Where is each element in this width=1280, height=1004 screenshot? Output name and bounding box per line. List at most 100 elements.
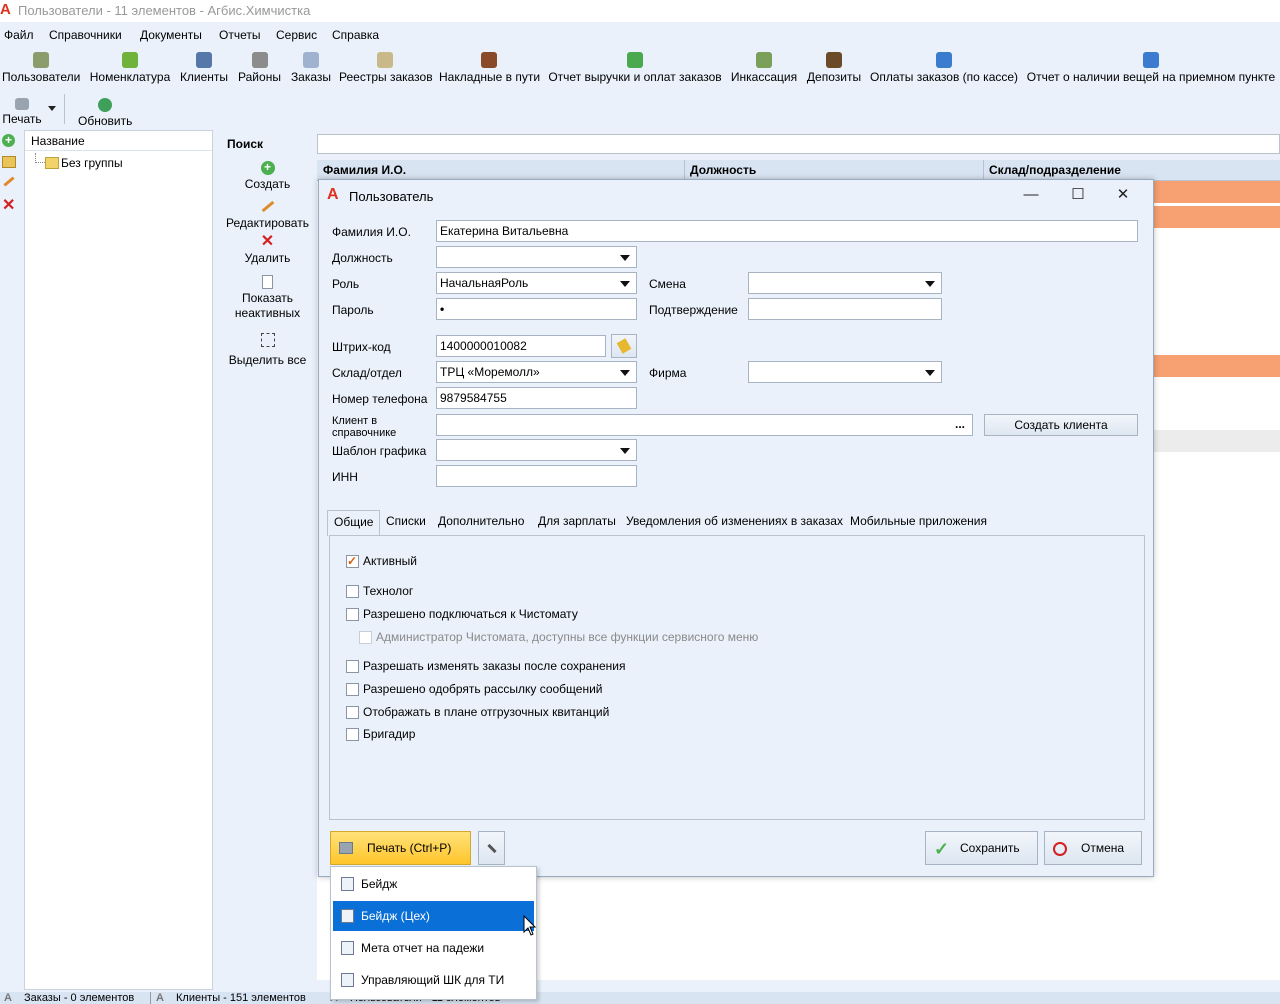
firm-label: Фирма bbox=[649, 366, 687, 380]
col-divider bbox=[983, 160, 984, 181]
delete-button[interactable]: ✕ Удалить bbox=[220, 234, 315, 266]
checkbox-chistomat-admin bbox=[359, 631, 372, 644]
table-row[interactable] bbox=[1152, 181, 1280, 203]
save-button[interactable]: ✓ Сохранить bbox=[925, 831, 1038, 865]
select-all-button[interactable]: Выделить все bbox=[220, 333, 315, 367]
tab-lists[interactable]: Списки bbox=[386, 514, 426, 528]
toolbar-waybills-button[interactable]: Накладные в пути bbox=[439, 48, 540, 88]
barcode-input[interactable]: 1400000010082 bbox=[436, 335, 606, 357]
toolbar-cash-payments-button[interactable]: Оплаты заказов (по кассе) bbox=[870, 48, 1018, 88]
print-menu-item-badge-workshop[interactable]: Бейдж (Цех) bbox=[333, 901, 534, 931]
tab-general[interactable]: Общие bbox=[327, 510, 381, 536]
add-group-icon[interactable]: + bbox=[2, 134, 15, 147]
left-icon-strip: + ✕ bbox=[0, 130, 20, 1000]
table-row[interactable] bbox=[1152, 355, 1280, 377]
create-client-button[interactable]: Создать клиента bbox=[984, 414, 1138, 436]
items-report-icon bbox=[1143, 52, 1159, 68]
print-settings-button[interactable] bbox=[478, 831, 505, 865]
print-menu-item-control-barcode[interactable]: Управляющий ШК для ТИ bbox=[333, 965, 534, 995]
printer-icon bbox=[15, 98, 29, 110]
tab-additional[interactable]: Дополнительно bbox=[438, 514, 524, 528]
edit-button[interactable]: Редактировать bbox=[220, 200, 315, 230]
tab-order-notifications[interactable]: Уведомления об изменениях в заказах bbox=[626, 514, 843, 528]
folder-open-icon[interactable] bbox=[2, 156, 16, 168]
table-row[interactable] bbox=[1152, 206, 1280, 228]
col-header-name[interactable]: Фамилия И.О. bbox=[323, 163, 406, 177]
toolbar-users-button[interactable]: Пользователи bbox=[2, 48, 80, 88]
firm-select[interactable] bbox=[748, 361, 942, 383]
fio-input[interactable]: Екатерина Витальевна bbox=[436, 220, 1138, 242]
col-header-position[interactable]: Должность bbox=[690, 163, 756, 177]
client-input[interactable] bbox=[436, 414, 973, 436]
toolbar-deposits-button[interactable]: Депозиты bbox=[806, 48, 862, 88]
print-dropdown-arrow-icon[interactable] bbox=[48, 106, 56, 111]
dialog-title: Пользователь bbox=[349, 189, 434, 204]
menu-file[interactable]: Файл bbox=[4, 28, 34, 42]
toolbar-nomenclature-button[interactable]: Номенклатура bbox=[88, 48, 172, 88]
checkbox-technologist[interactable] bbox=[346, 585, 359, 598]
client-browse-button[interactable]: ... bbox=[955, 417, 965, 431]
confirm-label: Подтверждение bbox=[649, 303, 738, 317]
toolbar-registries-button[interactable]: Реестры заказов bbox=[339, 48, 433, 88]
schedule-label: Шаблон графика bbox=[332, 444, 427, 458]
warehouse-label: Склад/отдел bbox=[332, 366, 402, 380]
edit-group-icon[interactable] bbox=[3, 176, 15, 187]
groups-tree: Название Без группы bbox=[24, 130, 213, 990]
search-input[interactable] bbox=[317, 134, 1280, 154]
refresh-button[interactable]: Обновить bbox=[78, 94, 132, 134]
toolbar-divider bbox=[64, 94, 65, 124]
tab-mobile-apps[interactable]: Мобильные приложения bbox=[850, 514, 987, 528]
inn-input[interactable] bbox=[436, 465, 637, 487]
checkbox-foreman[interactable] bbox=[346, 728, 359, 741]
toolbar-revenue-report-button[interactable]: Отчет выручки и оплат заказов bbox=[548, 48, 722, 88]
checkbox-approve-mailing[interactable] bbox=[346, 683, 359, 696]
checkbox-show-in-shipping-plan[interactable] bbox=[346, 706, 359, 719]
confirm-input[interactable] bbox=[748, 298, 942, 320]
col-header-warehouse[interactable]: Склад/подразделение bbox=[989, 163, 1121, 177]
tab-app-icon: A bbox=[156, 992, 164, 1004]
checkbox-active[interactable] bbox=[346, 554, 359, 568]
tab-salary[interactable]: Для зарплаты bbox=[538, 514, 616, 528]
minimize-icon[interactable]: — bbox=[1020, 184, 1042, 206]
report-preview-icon bbox=[341, 909, 354, 923]
print-menu-item-meta-report[interactable]: Мета отчет на падежи bbox=[333, 933, 534, 963]
shift-select[interactable] bbox=[748, 272, 942, 294]
menu-reports[interactable]: Отчеты bbox=[219, 28, 260, 42]
doc-tab-clients[interactable]: Клиенты - 151 элементов bbox=[176, 992, 306, 1004]
toolbar-orders-button[interactable]: Заказы bbox=[290, 48, 332, 88]
warehouse-select[interactable]: ТРЦ «Моремолл» bbox=[436, 361, 637, 383]
toolbar-items-report-button[interactable]: Отчет о наличии вещей на приемном пункте bbox=[1025, 48, 1277, 88]
role-select[interactable]: НачальнаяРоль bbox=[436, 272, 637, 294]
barcode-generate-button[interactable] bbox=[611, 334, 637, 358]
cancel-button[interactable]: Отмена bbox=[1044, 831, 1142, 865]
checkbox-edit-after-save[interactable] bbox=[346, 660, 359, 673]
window-titlebar: A Пользователи - 11 элементов - Агбис.Хи… bbox=[0, 0, 1280, 22]
toolbar-collection-button[interactable]: Инкассация bbox=[730, 48, 798, 88]
maximize-icon[interactable]: ☐ bbox=[1067, 184, 1089, 206]
doc-tab-orders[interactable]: Заказы - 0 элементов bbox=[24, 992, 134, 1004]
checkbox-active-label: Активный bbox=[363, 554, 417, 568]
menu-documents[interactable]: Документы bbox=[140, 28, 202, 42]
wrench-icon bbox=[487, 843, 497, 854]
delete-group-icon[interactable]: ✕ bbox=[2, 198, 15, 214]
menu-references[interactable]: Справочники bbox=[49, 28, 122, 42]
show-inactive-button[interactable]: Показать неактивных bbox=[220, 275, 315, 321]
checkbox-chistomat-access[interactable] bbox=[346, 608, 359, 621]
print-ctrl-p-button[interactable]: Печать (Ctrl+P) bbox=[330, 831, 471, 865]
position-label: Должность bbox=[332, 251, 393, 265]
menu-help[interactable]: Справка bbox=[332, 28, 379, 42]
tree-item-no-group[interactable]: Без группы bbox=[61, 156, 123, 170]
toolbar-clients-button[interactable]: Клиенты bbox=[179, 48, 229, 88]
password-input[interactable]: • bbox=[436, 298, 637, 320]
create-button[interactable]: + Создать bbox=[220, 161, 315, 192]
print-menu-item-badge[interactable]: Бейдж bbox=[333, 869, 534, 899]
schedule-select[interactable] bbox=[436, 439, 637, 461]
phone-input[interactable]: 9879584755 bbox=[436, 387, 637, 409]
menu-service[interactable]: Сервис bbox=[276, 28, 317, 42]
toolbar-districts-button[interactable]: Районы bbox=[237, 48, 282, 88]
table-row[interactable] bbox=[1152, 430, 1280, 452]
main-toolbar: Пользователи Номенклатура Клиенты Районы… bbox=[0, 48, 1280, 90]
close-icon[interactable]: ✕ bbox=[1112, 184, 1134, 206]
position-select[interactable] bbox=[436, 246, 637, 268]
print-button[interactable]: Печать bbox=[2, 94, 42, 134]
